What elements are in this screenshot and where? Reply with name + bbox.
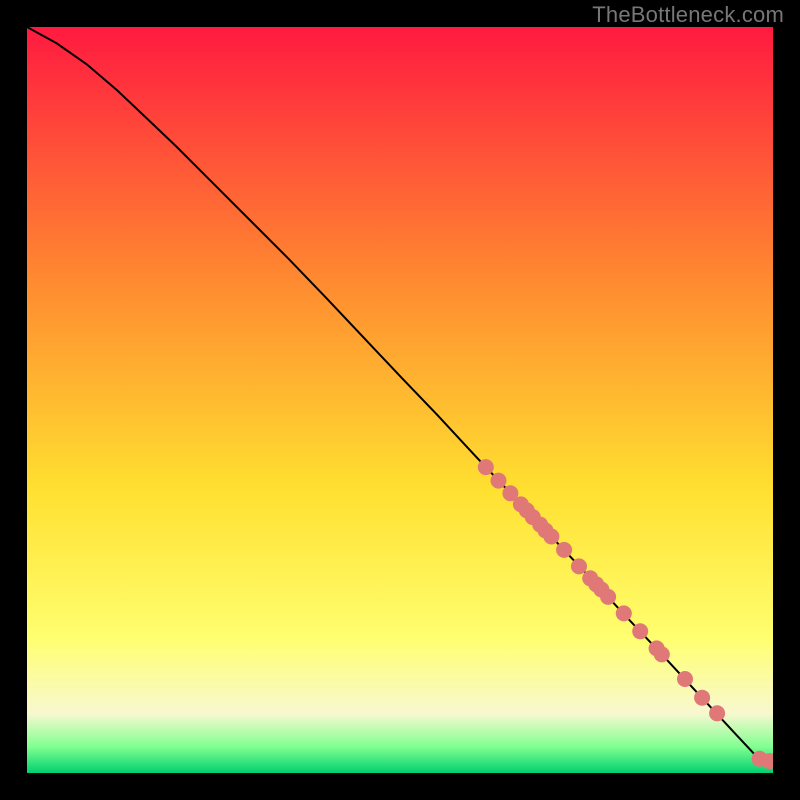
watermark-text: TheBottleneck.com [592,2,784,28]
scatter-point [478,459,494,475]
scatter-point [543,529,559,545]
chart-svg [27,27,773,773]
scatter-point [677,671,693,687]
chart-area [27,27,773,773]
scatter-point [556,542,572,558]
scatter-point [600,589,616,605]
scatter-point [709,705,725,721]
scatter-point [654,646,670,662]
scatter-point [616,605,632,621]
scatter-point [491,473,507,489]
scatter-point [694,690,710,706]
scatter-point [632,623,648,639]
scatter-point [571,558,587,574]
